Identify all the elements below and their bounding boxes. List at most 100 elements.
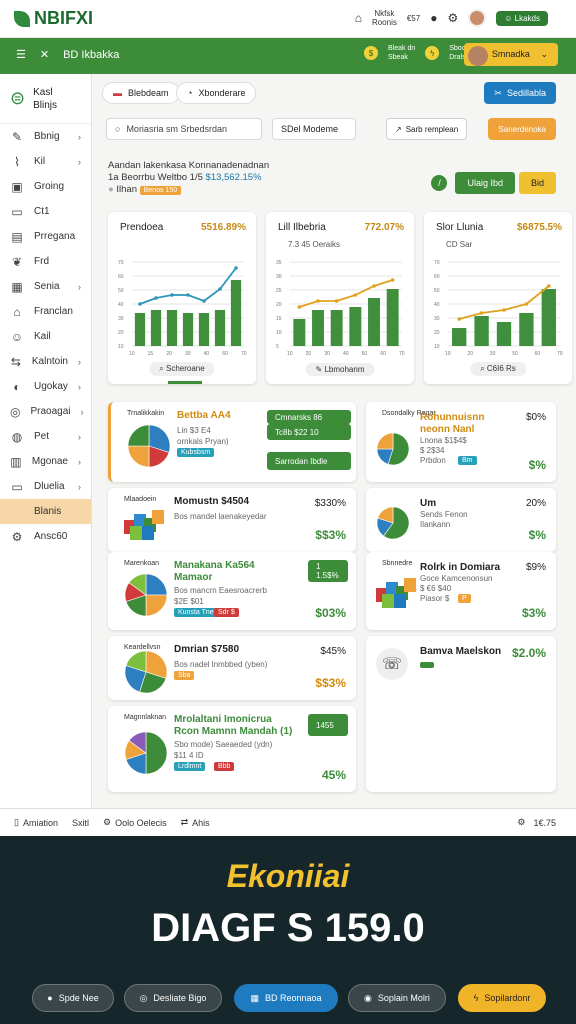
chart-card[interactable]: Prendoea 5516.89% 70 60 50 40 30 20 10 10 15 20 30 40… bbox=[108, 212, 256, 384]
card-panel-3[interactable]: Sarrodan Ibdle bbox=[267, 452, 351, 470]
card-panel[interactable]: 1 1.5$% bbox=[308, 560, 348, 582]
info-card[interactable]: Trnalikkakin Bettba AA4 Lin $3 E4 ornkals P… bbox=[108, 402, 356, 482]
orange-action-label: Sanerdenoka bbox=[498, 124, 546, 134]
info-card[interactable]: Marenkoan Manakana Ka564 Mamaor Bos mancrn … bbox=[108, 552, 356, 630]
top-stat-b: Roonis bbox=[371, 18, 397, 27]
x-tick-label: 60 bbox=[535, 351, 541, 357]
bottom-item-ahis[interactable]: ⇄ Ahis bbox=[181, 817, 210, 828]
sidebar-header[interactable]: ⊜ Kasl Blinjs bbox=[0, 74, 91, 124]
lightning-icon: ϟ bbox=[473, 993, 479, 1003]
sidebar-item-franclan[interactable]: ⌂ Franclan bbox=[0, 299, 91, 324]
chart-card[interactable]: Lill Ilbebria 772.07% 7.3 45 Oeraiks 35 30 25… bbox=[266, 212, 414, 384]
series-point bbox=[138, 302, 142, 306]
user-avatar[interactable] bbox=[468, 9, 487, 27]
sidebar-item-groing[interactable]: ▣ Groing bbox=[0, 174, 91, 199]
x-tick-label: 60 bbox=[380, 351, 386, 357]
orange-action-button[interactable]: Sanerdenoka bbox=[488, 118, 556, 140]
info-card[interactable]: Dsondalky Regar Rohunnuisnn neonn Nanl Lnon… bbox=[366, 402, 556, 482]
sidebar-item-prregana[interactable]: ▤ Prregana bbox=[0, 224, 91, 249]
chart-value: 772.07% bbox=[364, 222, 404, 233]
info-card[interactable]: Magnnlaknan Mrolaltani Imonicrua Rcon Mamn… bbox=[108, 706, 356, 792]
primary-action-button[interactable]: ✂ Sedillabla bbox=[484, 82, 556, 104]
refresh-icon: ◎ bbox=[139, 992, 148, 1003]
footer-button-1[interactable]: ● Spde Nee bbox=[32, 984, 114, 1012]
sidebar-item-label: Kail bbox=[34, 331, 51, 342]
trend-icon: ↗ bbox=[395, 124, 402, 134]
chart-footer-button[interactable]: ⌕ Scheroane bbox=[149, 362, 215, 376]
yellow-action-button[interactable]: Bid bbox=[518, 172, 556, 194]
tab-blebdeam[interactable]: ▬ Blebdeam bbox=[102, 82, 180, 104]
gear-icon[interactable]: ⚙ bbox=[517, 817, 525, 828]
edit-icon[interactable]: / bbox=[431, 175, 448, 191]
sidebar-item-blanis[interactable]: Blanis bbox=[0, 499, 91, 524]
card-panel[interactable]: 1455 bbox=[308, 714, 348, 736]
info-card[interactable]: Um Sends Fenon Ilankann 20% $% bbox=[366, 488, 556, 552]
info-card[interactable]: Keardellvsn Dmrian $7580 Bos nadel lnmbbed… bbox=[108, 636, 356, 700]
bottom-item-animation[interactable]: ▯ Amiation bbox=[14, 817, 58, 828]
info-card[interactable]: Sbnnedre Rolrk in Domiara Goce Kamcenonsun… bbox=[366, 552, 556, 630]
model-dropdown[interactable]: SDel Modeme bbox=[272, 118, 356, 140]
info-card[interactable]: Mlaadoein Momustn $4504 Bos mandel laenake… bbox=[108, 488, 356, 552]
tab-xbonderare[interactable]: ◔ Xbonderare bbox=[176, 82, 257, 104]
card-percent: 20% bbox=[525, 498, 546, 509]
card-title-2: Mamaor bbox=[174, 572, 213, 583]
tick-label: 60 bbox=[434, 274, 440, 280]
footer-button-4[interactable]: ◉ Soplain Molri bbox=[348, 984, 446, 1012]
tick-label: 60 bbox=[118, 274, 124, 280]
footer-button-2[interactable]: ◎ Desliate Bigo bbox=[124, 984, 222, 1012]
chart-title: Slor Llunia bbox=[436, 222, 484, 233]
header-stat-1-a: Bleak dn bbox=[388, 45, 416, 52]
sidebar-item-kil[interactable]: ⌇ Kil › bbox=[0, 149, 91, 174]
chart-footer-button[interactable]: ✎ Lbmohanm bbox=[305, 363, 375, 376]
card-panel[interactable]: Cmnarsks 86 bbox=[267, 410, 351, 424]
home-icon[interactable]: ⌂ bbox=[355, 11, 362, 25]
card-title: Momustn $4504 bbox=[174, 496, 250, 507]
sidebar-item-kail[interactable]: ☺ Kail bbox=[0, 324, 91, 349]
sidebar-item-mgonae[interactable]: ▥ Mgonae › bbox=[0, 449, 91, 474]
top-account-button[interactable]: ☺ Lkakds bbox=[496, 10, 548, 26]
file-icon: ▤ bbox=[11, 229, 23, 244]
chart-footer-button[interactable]: ⌕ C6I6 Rs bbox=[470, 362, 526, 376]
sidebar-item-ugokay[interactable]: ◐ Ugokay › bbox=[0, 374, 91, 399]
dollar-badge-icon[interactable]: $ bbox=[364, 46, 378, 60]
menu-icon[interactable]: ☰ bbox=[16, 48, 26, 61]
footer-button-label: Desliate Bigo bbox=[153, 993, 207, 1003]
pie-chart bbox=[124, 573, 168, 617]
search-input[interactable]: ○ Moriasria sm Srbedsrdan bbox=[106, 118, 262, 140]
top-stat-a: Nkfsk bbox=[374, 9, 395, 18]
chart-plot: 70 60 50 40 30 20 10 10 15 20 30 40 60 70 bbox=[118, 260, 247, 357]
sidebar-item-ct1[interactable]: ▭ Ct1 bbox=[0, 199, 91, 224]
sidebar-item-ansc60[interactable]: ⚙ Ansc60 bbox=[0, 524, 91, 549]
sidebar-header-a: Kasl bbox=[33, 86, 53, 98]
sidebar-item-frd[interactable]: ❦ Frd bbox=[0, 249, 91, 274]
x-tick-label: 30 bbox=[324, 351, 330, 357]
footer-button-3[interactable]: ▦ BD Reonnaoa bbox=[234, 984, 338, 1012]
chevron-right-icon: › bbox=[78, 156, 81, 167]
sidebar-item-senia[interactable]: ▦ Senia › bbox=[0, 274, 91, 299]
info-card[interactable]: ☏ Bamva Maelskon $2.0% bbox=[366, 636, 556, 792]
sidebar-item-praoagai[interactable]: ◎ Praoagai › bbox=[0, 399, 91, 424]
sidebar-item-dluelia[interactable]: ▭ Dluelia › bbox=[0, 474, 91, 499]
settings-icon[interactable]: ⚙ bbox=[447, 11, 458, 25]
app-logo[interactable]: NBIFXI bbox=[14, 8, 93, 29]
tick-label: 35 bbox=[276, 260, 282, 266]
template-button[interactable]: ↗ Sarb remplean bbox=[386, 118, 468, 140]
sidebar-item-bbnig[interactable]: ✎ Bbnig › bbox=[0, 124, 91, 149]
bottom-item-oelecis[interactable]: ⚙ Oolo Oelecis bbox=[103, 817, 167, 828]
pie-slice bbox=[145, 731, 168, 775]
intro-line-3-text: Ilhan bbox=[116, 184, 137, 195]
green-action-button[interactable]: Ulaig Ibd bbox=[455, 172, 515, 194]
footer-button-5[interactable]: ϟ Sopilardonr bbox=[458, 984, 546, 1012]
bottom-item-sxitl[interactable]: Sxitl bbox=[72, 818, 89, 828]
user-menu-button[interactable]: Smnadka ⌄ bbox=[463, 43, 558, 66]
card-panel-2[interactable]: Tc8b $22 10 bbox=[267, 424, 351, 440]
chart-card[interactable]: Slor Llunia $6875.5% CD Sar 70 60 50 40 30 20 10 1… bbox=[424, 212, 572, 384]
sidebar-item-kalntoin[interactable]: ⇆ Kalntoin › bbox=[0, 349, 91, 374]
card-chip: Lrdlmnt bbox=[174, 762, 206, 771]
sidebar-item-pet[interactable]: ◍ Pet › bbox=[0, 424, 91, 449]
card-subtext-2: $2E $01 bbox=[174, 597, 204, 606]
close-icon[interactable]: ✕ bbox=[40, 48, 49, 61]
notification-icon[interactable]: ● bbox=[430, 11, 437, 25]
card-chip bbox=[420, 662, 434, 668]
bolt-badge-icon[interactable]: ϟ bbox=[425, 46, 440, 60]
